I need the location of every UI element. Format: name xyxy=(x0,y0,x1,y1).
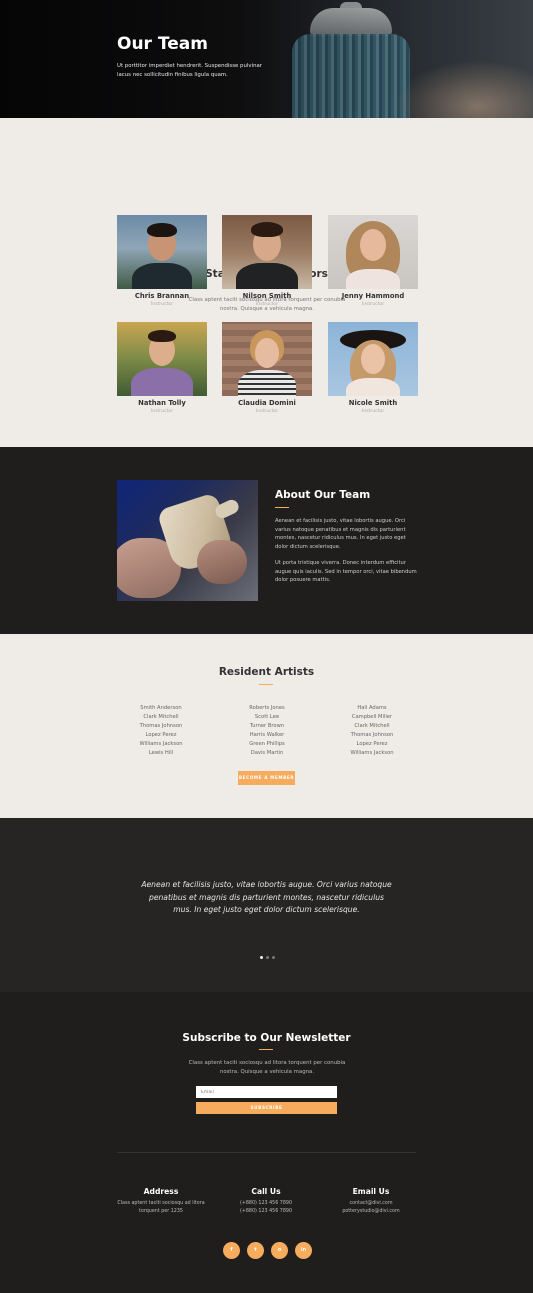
team-member-card[interactable]: Jenny Hammond Instructor xyxy=(328,215,418,307)
artist-name: Harris Walker xyxy=(249,732,285,738)
member-photo xyxy=(328,322,418,396)
slider-dot[interactable] xyxy=(266,956,269,959)
become-member-button[interactable]: BECOME A MEMBER xyxy=(238,771,295,785)
newsletter-section: Subscribe to Our Newsletter Class aptent… xyxy=(0,992,533,1293)
phone-line[interactable]: (+880) 123 456 7890 xyxy=(211,1200,321,1208)
artist-name: Campbell Miller xyxy=(351,714,393,720)
artist-name: Smith Anderson xyxy=(140,705,182,711)
footer-email: Email Us contact@divi.com potterystudio@… xyxy=(316,1187,426,1216)
member-role: Instructor xyxy=(150,409,174,414)
email-line[interactable]: contact@divi.com xyxy=(316,1200,426,1208)
team-member-card[interactable]: Claudia Domini Instructor xyxy=(222,322,312,414)
page-title: Our Team xyxy=(117,34,208,54)
title-underline xyxy=(259,684,273,685)
artist-name: Lopez Perez xyxy=(356,741,388,747)
hero-text: Ut porttitor imperdiet hendrerit. Suspen… xyxy=(117,63,263,78)
member-photo xyxy=(222,322,312,396)
artist-name: Turner Brown xyxy=(249,723,285,729)
artist-name: Davis Martin xyxy=(250,750,284,756)
member-role: Instructor xyxy=(255,302,279,307)
about-title: About Our Team xyxy=(275,489,371,501)
address-line: torquent per 1235 xyxy=(139,1209,183,1214)
social-links: f t o in xyxy=(223,1242,312,1259)
email-line[interactable]: potterystudio@divi.com xyxy=(316,1208,426,1216)
artist-name: Green Phillips xyxy=(249,741,285,747)
slider-dot[interactable] xyxy=(272,956,275,959)
member-name: Jenny Hammond xyxy=(341,292,405,300)
title-underline xyxy=(259,1049,273,1050)
member-role: Instructor xyxy=(361,302,385,307)
phone-line[interactable]: (+880) 123 456 7890 xyxy=(211,1208,321,1216)
member-photo xyxy=(222,215,312,289)
artist-name: Clark Mitchell xyxy=(354,723,390,729)
slider-dots xyxy=(260,956,275,959)
staff-section: Staff and Instructors Class aptent tacit… xyxy=(0,118,533,447)
artist-name: Clark Mitchell xyxy=(143,714,179,720)
call-title: Call Us xyxy=(251,1187,281,1196)
artist-name: Williams Jackson xyxy=(139,741,183,747)
team-member-card[interactable]: Chris Brannan Instructor xyxy=(117,215,207,307)
member-role: Instructor xyxy=(361,409,385,414)
slider-dot[interactable] xyxy=(260,956,263,959)
member-photo xyxy=(328,215,418,289)
newsletter-title: Subscribe to Our Newsletter xyxy=(182,1032,351,1044)
member-role: Instructor xyxy=(255,409,279,414)
facebook-icon[interactable]: f xyxy=(223,1242,240,1259)
title-underline xyxy=(275,507,289,508)
newsletter-subtitle: Class aptent taciti sociosqu ad litora t… xyxy=(188,1060,346,1075)
artist-name: Thomas Johnson xyxy=(139,723,183,729)
hero-section: Our Team Ut porttitor imperdiet hendreri… xyxy=(0,0,533,118)
artist-name: Thomas Johnson xyxy=(350,732,394,738)
about-paragraph: Aenean et facilisis justo, vitae loborti… xyxy=(275,518,406,550)
email-field[interactable] xyxy=(196,1086,337,1098)
footer-divider xyxy=(117,1152,416,1153)
member-name: Nicole Smith xyxy=(348,399,398,407)
about-paragraph: Ut porta tristique viverra. Donec interd… xyxy=(275,560,417,583)
member-name: Claudia Domini xyxy=(238,399,296,407)
artist-name: Scott Lee xyxy=(254,714,280,720)
email-title: Email Us xyxy=(352,1187,390,1196)
testimonial-section: Aenean et facilisis justo, vitae loborti… xyxy=(0,818,533,992)
address-title: Address xyxy=(143,1187,179,1196)
linkedin-icon[interactable]: in xyxy=(295,1242,312,1259)
team-member-card[interactable]: Nilson Smith Instructor xyxy=(222,215,312,307)
artists-column: Smith Anderson Clark Mitchell Thomas Joh… xyxy=(111,704,211,758)
about-section: About Our Team Aenean et facilisis justo… xyxy=(0,447,533,634)
footer-address: Address Class aptent taciti sociosqu ad … xyxy=(106,1187,216,1216)
footer-call: Call Us (+880) 123 456 7890 (+880) 123 4… xyxy=(211,1187,321,1216)
artist-name: Lewis Hill xyxy=(148,750,174,756)
member-photo xyxy=(117,215,207,289)
testimonial-text: Aenean et facilisis justo, vitae loborti… xyxy=(141,880,392,914)
artist-name: Roberts Jones xyxy=(249,705,285,711)
artists-title: Resident Artists xyxy=(218,666,315,678)
instagram-icon[interactable]: o xyxy=(271,1242,288,1259)
artist-name: Williams Jackson xyxy=(350,750,394,756)
artists-column: Hall Adams Campbell Miller Clark Mitchel… xyxy=(322,704,422,758)
member-name: Nilson Smith xyxy=(242,292,292,300)
member-role: Instructor xyxy=(150,302,174,307)
team-member-card[interactable]: Nathan Tolly Instructor xyxy=(117,322,207,414)
twitter-icon[interactable]: t xyxy=(247,1242,264,1259)
team-member-card[interactable]: Nicole Smith Instructor xyxy=(328,322,418,414)
artists-column: Roberts Jones Scott Lee Turner Brown Har… xyxy=(217,704,317,758)
pottery-hands-image xyxy=(117,480,258,601)
artist-name: Hall Adams xyxy=(357,705,387,711)
artist-name: Lopez Perez xyxy=(145,732,177,738)
member-name: Chris Brannan xyxy=(134,292,190,300)
member-photo xyxy=(117,322,207,396)
subscribe-button[interactable]: SUBSCRIBE xyxy=(196,1102,337,1114)
member-name: Nathan Tolly xyxy=(138,399,186,407)
address-line: Class aptent taciti sociosqu ad litora xyxy=(117,1201,205,1206)
resident-artists-section: Resident Artists Smith Anderson Clark Mi… xyxy=(0,634,533,818)
